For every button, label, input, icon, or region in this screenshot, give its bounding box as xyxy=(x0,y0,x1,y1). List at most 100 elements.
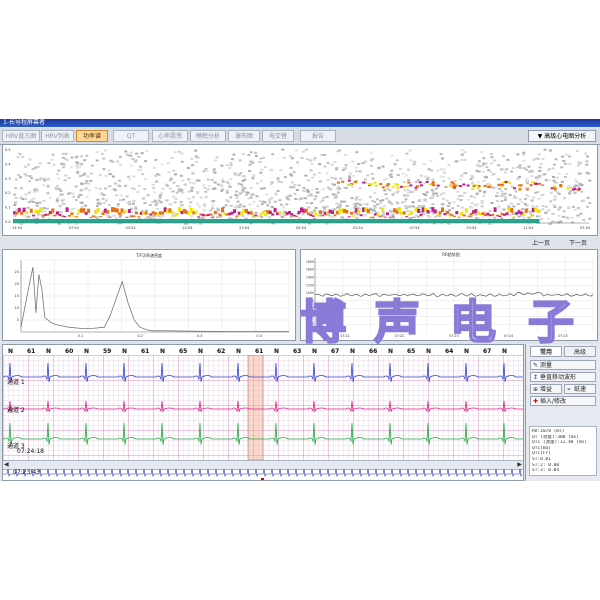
tab-qt[interactable]: QT xyxy=(113,130,149,142)
tab-power-spectrum[interactable]: 功率谱 xyxy=(76,130,108,142)
spectrum-cell xyxy=(471,188,475,190)
spectrum-cell xyxy=(116,203,120,206)
spectrum-cell xyxy=(381,186,385,189)
spectrum-cell xyxy=(548,149,552,152)
scroll-left-icon[interactable]: ◀ xyxy=(4,461,9,468)
tab-hrv-list[interactable]: HRV列表 xyxy=(41,130,74,142)
spectrum-cell xyxy=(549,200,553,203)
spectrum-cell xyxy=(219,215,223,218)
spectrum-cell xyxy=(102,168,106,171)
spectrum-cell xyxy=(255,182,259,185)
spectrum-cell xyxy=(249,196,253,199)
spectrum-cell xyxy=(559,185,563,188)
tab-common[interactable]: 常用 xyxy=(530,346,562,357)
spectrum-cell xyxy=(13,204,17,206)
spectrum-cell xyxy=(358,187,362,190)
paper-speed-button[interactable]: » 纸速 xyxy=(564,384,596,394)
tab-hrt[interactable]: 心率震荡 xyxy=(152,130,188,142)
spectrum-cell xyxy=(18,152,22,155)
spectrum-cell xyxy=(425,191,429,194)
spectrum-cell xyxy=(466,198,470,201)
tab-report[interactable]: 报告 xyxy=(300,130,336,142)
spectrum-cell xyxy=(161,215,165,218)
spectrum-cell xyxy=(96,202,100,205)
spectrum-cell xyxy=(168,203,172,206)
spectrum-cell xyxy=(586,196,590,199)
beat-label: 62 xyxy=(217,348,225,355)
spectrum-cell xyxy=(19,176,22,179)
spectrum-cell xyxy=(546,217,550,220)
spectrum-cell xyxy=(311,176,315,179)
spectrum-cell xyxy=(376,213,380,216)
spectrum-cell xyxy=(330,176,334,179)
spectrum-cell xyxy=(359,214,363,217)
spectrum-cell xyxy=(70,156,74,159)
tab-sleep-analysis[interactable]: 睡眠分析 xyxy=(190,130,226,142)
spectrum-cell xyxy=(90,172,93,175)
scroll-right-icon[interactable]: ▶ xyxy=(517,461,522,468)
spectrum-cell xyxy=(35,204,39,207)
spectrum-cell xyxy=(441,157,444,160)
spectrum-cell xyxy=(343,186,347,189)
spectrum-cell xyxy=(32,214,36,217)
spectrum-cell xyxy=(192,182,196,185)
spectrum-cell xyxy=(77,196,80,199)
spectrum-cell xyxy=(471,175,475,178)
spectrum-cell xyxy=(337,186,340,189)
vertical-move-button[interactable]: ↕ 垂直移动波形 xyxy=(530,372,596,382)
spectrum-cell xyxy=(588,179,592,182)
x-tick-label: 07:25 xyxy=(558,334,567,338)
spectrum-cell xyxy=(141,173,145,176)
spectrum-cell xyxy=(315,191,319,194)
spectrum-cell xyxy=(325,205,329,208)
spectrum-cell xyxy=(381,207,385,213)
y-tick-label: 600 xyxy=(308,307,314,311)
spectrum-cell xyxy=(375,198,379,201)
gain-button[interactable]: ⊕ 增益 xyxy=(530,384,562,394)
spectrum-cell xyxy=(412,216,416,218)
spectrum-cell xyxy=(102,157,106,160)
title-bar: 1-长导程屏幕者 xyxy=(0,119,600,127)
spectrum-cell xyxy=(341,180,345,183)
x-tick-label: 05:54 xyxy=(296,226,307,230)
spectrum-cell xyxy=(115,208,119,213)
next-page-button[interactable]: 下一页 xyxy=(569,238,587,247)
beat-label: N xyxy=(236,348,241,355)
spectrum-cell xyxy=(426,210,430,214)
spectrum-cell xyxy=(447,202,451,205)
spectrum-cell xyxy=(488,223,492,225)
spectrum-cell xyxy=(510,202,514,205)
spectrum-cell xyxy=(442,180,445,183)
spectrum-cell xyxy=(435,192,439,195)
tab-alternans[interactable]: 电交替 xyxy=(262,130,294,142)
info-qtc: QTc (测量):11.48 (ms) xyxy=(532,440,588,446)
spectrum-cell xyxy=(552,163,556,166)
spectrum-cell xyxy=(100,152,104,155)
spectrum-cell xyxy=(260,187,264,190)
beat-label: 59 xyxy=(103,348,111,355)
measure-button[interactable]: ✎ 测量 xyxy=(530,360,596,370)
beat-label: N xyxy=(198,348,203,355)
spectrum-cell xyxy=(407,181,411,184)
spectrum-cell xyxy=(260,215,264,218)
overview-strip[interactable] xyxy=(3,468,523,480)
tab-advanced[interactable]: 高级 xyxy=(564,346,596,357)
spectrum-cell xyxy=(463,151,467,154)
advanced-ecg-analysis-button[interactable]: ▼ 高级心电图分析 xyxy=(528,130,596,142)
spectrum-cell xyxy=(296,161,300,164)
y-tick-label: 1600 xyxy=(306,268,314,272)
app-window: 1-长导程屏幕者 HRV直方图 HRV列表 功率谱 QT 心率震荡 睡眠分析 瀑… xyxy=(0,119,600,481)
spectrum-cell xyxy=(431,196,434,199)
spectrum-cell xyxy=(203,205,206,208)
spectrum-cell xyxy=(226,200,230,203)
spectrum-cell xyxy=(323,206,326,209)
spectrum-cell xyxy=(130,211,134,214)
spectrum-cell xyxy=(490,202,494,204)
prev-page-button[interactable]: 上一页 xyxy=(532,238,550,247)
spectrum-cell xyxy=(259,171,263,174)
beat-label: 60 xyxy=(65,348,73,355)
tab-waterfall[interactable]: 瀑布图 xyxy=(228,130,260,142)
tab-hrv-histogram[interactable]: HRV直方图 xyxy=(2,130,40,142)
insert-modify-button[interactable]: ✚ 插入/修改 xyxy=(530,396,596,406)
spectrum-cell xyxy=(386,212,389,216)
